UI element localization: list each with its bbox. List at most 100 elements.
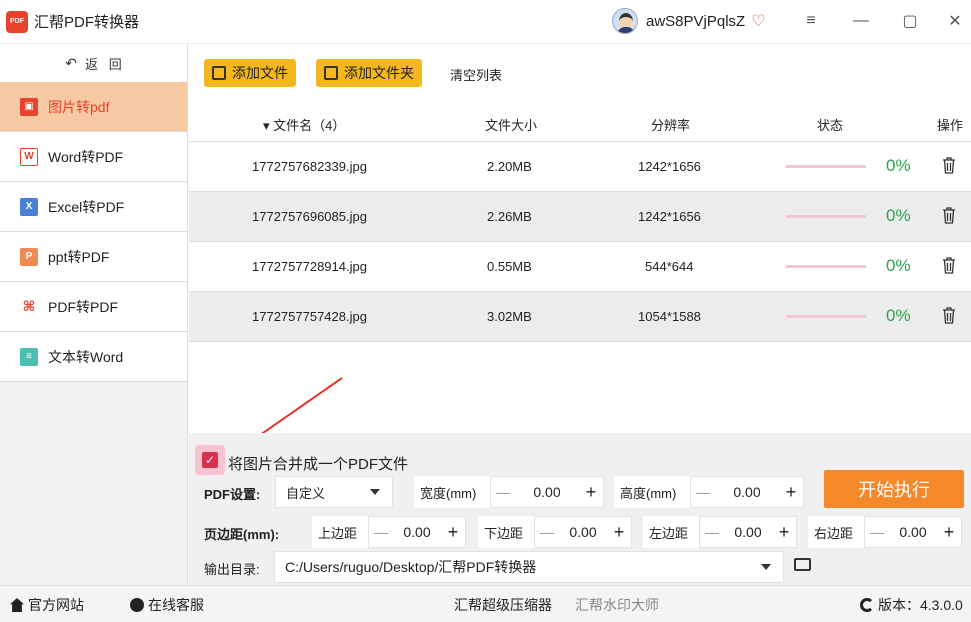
top-margin-value[interactable]: 0.00 bbox=[393, 524, 441, 540]
official-website-link[interactable]: 官方网站 bbox=[10, 595, 84, 615]
minus-icon[interactable]: — bbox=[691, 484, 715, 500]
merge-label[interactable]: 将图片合并成一个PDF文件 bbox=[228, 453, 408, 474]
maximize-icon[interactable]: ▢ bbox=[899, 10, 921, 32]
table-row[interactable]: 1772757757428.jpg 3.02MB 1054*1588 0% bbox=[189, 292, 971, 342]
plus-icon[interactable]: + bbox=[579, 482, 603, 503]
table-row[interactable]: 1772757682339.jpg 2.20MB 1242*1656 0% bbox=[189, 142, 971, 192]
pdf-icon: ⌘ bbox=[20, 297, 38, 316]
sidebar-item-label: PDF转PDF bbox=[48, 298, 118, 315]
sidebar: ↶ 返 回 ▣ 图片转pdf W Word转PDF X Excel转PDF P … bbox=[0, 44, 188, 585]
output-dir-select[interactable]: C:/Users/ruguo/Desktop/汇帮PDF转换器 bbox=[274, 551, 784, 583]
width-label: 宽度(mm) bbox=[414, 476, 490, 508]
sidebar-item-excel-to-pdf[interactable]: X Excel转PDF bbox=[0, 182, 187, 232]
left-margin-label: 左边距 bbox=[643, 516, 699, 548]
minus-icon[interactable]: — bbox=[491, 484, 515, 500]
bottom-margin-value[interactable]: 0.00 bbox=[559, 524, 607, 540]
sidebar-item-word-to-pdf[interactable]: W Word转PDF bbox=[0, 132, 187, 182]
right-margin-stepper[interactable]: — 0.00 + bbox=[864, 516, 962, 548]
avatar[interactable] bbox=[612, 8, 638, 34]
left-margin-value[interactable]: 0.00 bbox=[724, 524, 772, 540]
version-label: 版本：4.3.0.0 bbox=[878, 597, 963, 613]
trash-icon[interactable] bbox=[942, 307, 956, 324]
minimize-icon[interactable]: — bbox=[850, 10, 872, 32]
top-margin-label: 上边距 bbox=[312, 516, 368, 548]
right-margin-value[interactable]: 0.00 bbox=[889, 524, 937, 540]
height-value[interactable]: 0.00 bbox=[715, 484, 779, 500]
sidebar-item-pdf-to-pdf[interactable]: ⌘ PDF转PDF bbox=[0, 282, 187, 332]
merge-checkbox[interactable]: ✓ bbox=[202, 452, 218, 468]
minus-icon[interactable]: — bbox=[369, 524, 393, 540]
trash-icon[interactable] bbox=[942, 207, 956, 224]
compressor-link[interactable]: 汇帮超级压缩器 bbox=[454, 595, 552, 615]
sidebar-item-ppt-to-pdf[interactable]: P ppt转PDF bbox=[0, 232, 187, 282]
table-row[interactable]: 1772757696085.jpg 2.26MB 1242*1656 0% bbox=[189, 192, 971, 242]
plus-icon[interactable]: + bbox=[772, 522, 796, 543]
width-stepper[interactable]: — 0.00 + bbox=[490, 476, 604, 508]
column-header-name[interactable]: ▾ 文件名（4） bbox=[263, 115, 345, 134]
trash-icon[interactable] bbox=[942, 257, 956, 274]
plus-icon[interactable]: + bbox=[937, 522, 961, 543]
chevron-down-icon bbox=[761, 564, 771, 570]
left-margin-stepper[interactable]: — 0.00 + bbox=[699, 516, 797, 548]
footer: 官方网站 在线客服 汇帮超级压缩器 汇帮水印大师 版本：4.3.0.0 bbox=[0, 585, 971, 622]
sidebar-item-text-to-word[interactable]: ≡ 文本转Word bbox=[0, 332, 187, 382]
pdf-settings-label: PDF设置: bbox=[204, 487, 261, 502]
close-icon[interactable]: ✕ bbox=[944, 10, 966, 32]
top-margin-stepper[interactable]: — 0.00 + bbox=[368, 516, 466, 548]
pdf-preset-value: 自定义 bbox=[286, 485, 326, 501]
sidebar-item-label: 文本转Word bbox=[48, 348, 124, 365]
vip-icon[interactable]: ♡ bbox=[751, 11, 765, 31]
minus-icon[interactable]: — bbox=[535, 524, 559, 540]
plus-icon[interactable]: + bbox=[779, 482, 803, 503]
output-dir-value: C:/Users/ruguo/Desktop/汇帮PDF转换器 bbox=[285, 559, 537, 575]
username[interactable]: awS8PVjPqlsZ bbox=[646, 13, 745, 30]
width-value[interactable]: 0.00 bbox=[515, 484, 579, 500]
user-area[interactable]: awS8PVjPqlsZ ♡ bbox=[612, 8, 766, 34]
add-file-button[interactable]: 添加文件 bbox=[204, 59, 296, 87]
file-size: 0.55MB bbox=[487, 259, 532, 274]
plus-icon[interactable]: + bbox=[441, 522, 465, 543]
refresh-icon bbox=[860, 598, 874, 612]
file-resolution: 1242*1656 bbox=[638, 159, 701, 174]
sidebar-item-image-to-pdf[interactable]: ▣ 图片转pdf bbox=[0, 82, 187, 132]
height-stepper[interactable]: — 0.00 + bbox=[690, 476, 804, 508]
app-logo: PDF bbox=[6, 10, 28, 33]
height-label: 高度(mm) bbox=[614, 476, 690, 508]
file-resolution: 1242*1656 bbox=[638, 209, 701, 224]
home-icon bbox=[10, 598, 24, 612]
excel-icon: X bbox=[20, 197, 38, 216]
add-folder-button[interactable]: 添加文件夹 bbox=[316, 59, 422, 87]
sidebar-item-label: Excel转PDF bbox=[48, 198, 125, 215]
version-info[interactable]: 版本：4.3.0.0 bbox=[860, 595, 963, 615]
trash-icon[interactable] bbox=[942, 157, 956, 174]
progress-bar bbox=[786, 215, 866, 218]
file-size: 3.02MB bbox=[487, 309, 532, 324]
add-file-icon bbox=[212, 66, 226, 80]
progress-percent: 0% bbox=[886, 256, 911, 275]
progress-percent: 0% bbox=[886, 206, 911, 225]
progress-bar bbox=[786, 315, 866, 318]
clear-list-button[interactable]: 清空列表 bbox=[450, 65, 502, 84]
folder-icon[interactable] bbox=[794, 558, 811, 571]
pdf-preset-select[interactable]: 自定义 bbox=[275, 476, 393, 508]
back-button[interactable]: ↶ 返 回 bbox=[0, 44, 187, 82]
table-row[interactable]: 1772757728914.jpg 0.55MB 544*644 0% bbox=[189, 242, 971, 292]
watermark-link[interactable]: 汇帮水印大师 bbox=[575, 595, 659, 615]
file-resolution: 1054*1588 bbox=[638, 309, 701, 324]
minus-icon[interactable]: — bbox=[700, 524, 724, 540]
menu-icon[interactable]: ≡ bbox=[800, 10, 822, 32]
plus-icon[interactable]: + bbox=[607, 522, 631, 543]
file-size: 2.20MB bbox=[487, 159, 532, 174]
output-dir-label: 输出目录: bbox=[204, 562, 260, 577]
progress-percent: 0% bbox=[886, 306, 911, 325]
column-header-actions: 操作 bbox=[937, 118, 964, 133]
bottom-margin-label: 下边距 bbox=[478, 516, 534, 548]
back-label: 返 回 bbox=[84, 56, 122, 72]
online-support-link[interactable]: 在线客服 bbox=[130, 595, 204, 615]
column-header-resolution: 分辨率 bbox=[651, 118, 691, 133]
bottom-margin-stepper[interactable]: — 0.00 + bbox=[534, 516, 632, 548]
word-icon: W bbox=[20, 147, 38, 166]
start-button[interactable]: 开始执行 bbox=[824, 470, 964, 508]
minus-icon[interactable]: — bbox=[865, 524, 889, 540]
file-name: 1772757728914.jpg bbox=[252, 259, 367, 274]
